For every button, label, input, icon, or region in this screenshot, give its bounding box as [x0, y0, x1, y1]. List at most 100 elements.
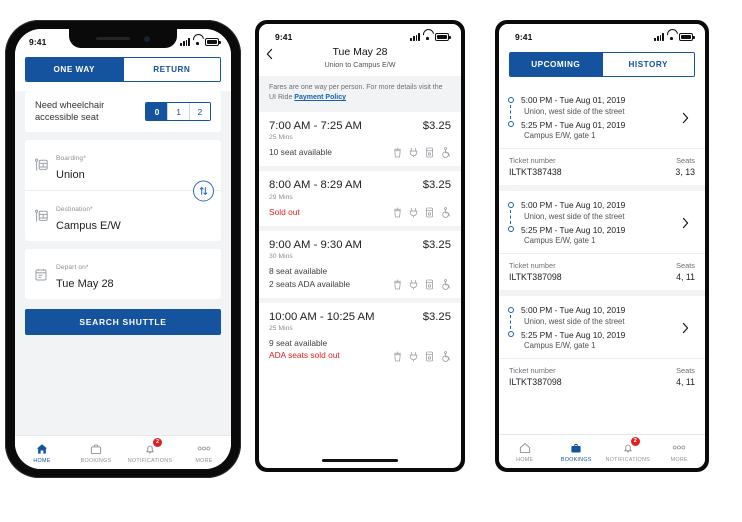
bus-stop-icon [35, 209, 49, 223]
list-item[interactable]: 5:00 PM - Tue Aug 01, 2019 Union, west s… [499, 86, 705, 185]
list-item[interactable]: 5:00 PM - Tue Aug 10, 2019 Union, west s… [499, 296, 705, 395]
search-shuttle-button[interactable]: SEARCH SHUTTLE [25, 309, 221, 336]
wheelchair-option-2[interactable]: 2 [188, 103, 211, 121]
trip-duration: 30 Mins [269, 253, 293, 261]
chevron-right-icon[interactable] [682, 217, 696, 229]
chevron-right-icon[interactable] [682, 112, 696, 124]
status-indicators [410, 33, 451, 41]
nav-item-more[interactable]: MORE [654, 441, 706, 463]
table-row[interactable]: 7:00 AM - 7:25 AM $3.25 25 Mins 10 seat … [259, 111, 461, 167]
wheelchair-option-1[interactable]: 1 [167, 103, 189, 121]
power-outlet-icon [409, 207, 418, 218]
destination-field[interactable]: Destination* Campus E/W [25, 190, 221, 241]
status-time: 9:41 [29, 36, 47, 47]
route-card: Boarding* Union Destination* Campus E/W [25, 140, 221, 242]
table-row[interactable]: 10:00 AM - 10:25 AM $3.25 25 Mins 9 seat… [259, 302, 461, 370]
phone-1-screen: 9:41 ONE WAY RETURN Need wheelchair acce… [15, 29, 231, 469]
ticket-number-label: Ticket number [509, 156, 556, 165]
nav-label-home: HOME [516, 456, 534, 463]
destination-value: Campus E/W [56, 220, 121, 233]
notification-badge: 2 [630, 436, 640, 446]
tab-return[interactable]: RETURN [122, 58, 220, 81]
payment-policy-link[interactable]: Payment Policy [294, 94, 346, 101]
list-item[interactable]: 5:00 PM - Tue Aug 10, 2019 Union, west s… [499, 191, 705, 290]
swap-vertical-icon[interactable] [193, 180, 214, 202]
amenities [393, 350, 451, 362]
chevron-right-icon[interactable] [682, 322, 696, 334]
seats-label: Seats [676, 261, 695, 270]
origin-marker-icon [508, 307, 514, 313]
usb-charger-icon [425, 351, 434, 362]
speaker-icon [96, 37, 130, 40]
wifi-icon [667, 33, 676, 41]
table-row[interactable]: 9:00 AM - 9:30 AM $3.25 30 Mins 8 seat a… [259, 230, 461, 298]
trip-time: 8:00 AM - 8:29 AM [269, 179, 362, 192]
usb-charger-icon [425, 207, 434, 218]
power-outlet-icon [409, 351, 418, 362]
bottom-nav: HOME BOOKINGS 2 NOTIFICATIONS MORE [15, 435, 231, 469]
trip-header: Tue May 28 Union to Campus E/W [259, 46, 461, 76]
ticket-number-label: Ticket number [509, 366, 556, 375]
tab-one-way[interactable]: ONE WAY [26, 58, 123, 81]
nav-item-bookings[interactable]: BOOKINGS [69, 442, 123, 464]
depart-time: 5:00 PM - Tue Aug 10, 2019 [521, 305, 626, 315]
nav-label-bookings: BOOKINGS [560, 456, 592, 463]
nav-item-bookings[interactable]: BOOKINGS [551, 441, 603, 463]
arrive-place: Campus E/W, gate 1 [524, 236, 596, 245]
wheelchair-option-0[interactable]: 0 [146, 103, 168, 121]
bell-icon: 2 [144, 437, 162, 456]
trip-price: $3.25 [422, 238, 451, 251]
battery-icon [435, 33, 451, 41]
trip-duration: 25 Mins [269, 325, 293, 333]
coffee-icon [393, 147, 402, 158]
depart-place: Union, west side of the street [524, 316, 625, 326]
power-outlet-icon [409, 279, 418, 290]
nav-label-notifications: NOTIFICATIONS [127, 457, 173, 464]
arrive-time: 5:25 PM - Tue Aug 10, 2019 [521, 224, 626, 235]
nav-item-home[interactable]: HOME [499, 441, 551, 463]
status-time: 9:41 [275, 31, 293, 42]
amenities [393, 206, 451, 218]
status-bar: 9:41 [499, 24, 705, 46]
chevron-left-icon[interactable] [266, 48, 273, 60]
home-icon [519, 441, 531, 455]
trip-seats: 8 seat available [269, 266, 328, 277]
trip-time: 10:00 AM - 10:25 AM [269, 310, 375, 323]
wheelchair-label: Need wheelchair accessible seat [35, 100, 105, 122]
phone-2-device: 9:41 Tue May 28 Union to Campus E/W Fare… [255, 20, 465, 472]
nav-item-notifications[interactable]: 2 NOTIFICATIONS [123, 437, 177, 464]
trip-seats: Sold out [269, 206, 300, 217]
ticket-number-label: Ticket number [509, 261, 556, 270]
depart-time: 5:00 PM - Tue Aug 01, 2019 [521, 95, 626, 105]
nav-label-bookings: BOOKINGS [80, 457, 112, 464]
seats-label: Seats [676, 366, 695, 375]
status-time: 9:41 [515, 31, 533, 42]
coffee-icon [393, 351, 402, 362]
tab-history[interactable]: HISTORY [601, 53, 694, 76]
trip-seats-extra: 2 seats ADA available [269, 278, 351, 289]
boarding-field[interactable]: Boarding* Union [25, 140, 221, 190]
destination-label: Destination* [56, 206, 93, 214]
wheelchair-icon [441, 350, 451, 362]
status-indicators [180, 38, 221, 46]
nav-item-more[interactable]: MORE [177, 442, 231, 464]
tab-upcoming[interactable]: UPCOMING [510, 53, 602, 76]
trip-seats: 9 seat available [269, 338, 328, 349]
bus-stop-icon [35, 158, 49, 172]
table-row[interactable]: 8:00 AM - 8:29 AM $3.25 29 Mins Sold out [259, 171, 461, 226]
depart-date-field[interactable]: Depart on* Tue May 28 [25, 249, 221, 299]
nav-item-notifications[interactable]: 2 NOTIFICATIONS [602, 436, 654, 463]
timeline-connector [510, 105, 512, 119]
nav-label-more: MORE [195, 457, 213, 464]
nav-item-home[interactable]: HOME [15, 442, 69, 464]
ticket-number-value: ILTKT387098 [509, 272, 562, 282]
wheelchair-card: Need wheelchair accessible seat 0 1 2 [25, 91, 221, 133]
amenities [393, 278, 451, 290]
coffee-icon [393, 207, 402, 218]
arrive-time: 5:25 PM - Tue Aug 01, 2019 [521, 119, 626, 130]
boarding-label: Boarding* [56, 155, 86, 163]
date-card: Depart on* Tue May 28 [25, 249, 221, 300]
destination-marker-icon [508, 121, 514, 127]
bell-icon: 2 [622, 436, 640, 455]
page-subtitle: Union to Campus E/W [324, 59, 396, 69]
